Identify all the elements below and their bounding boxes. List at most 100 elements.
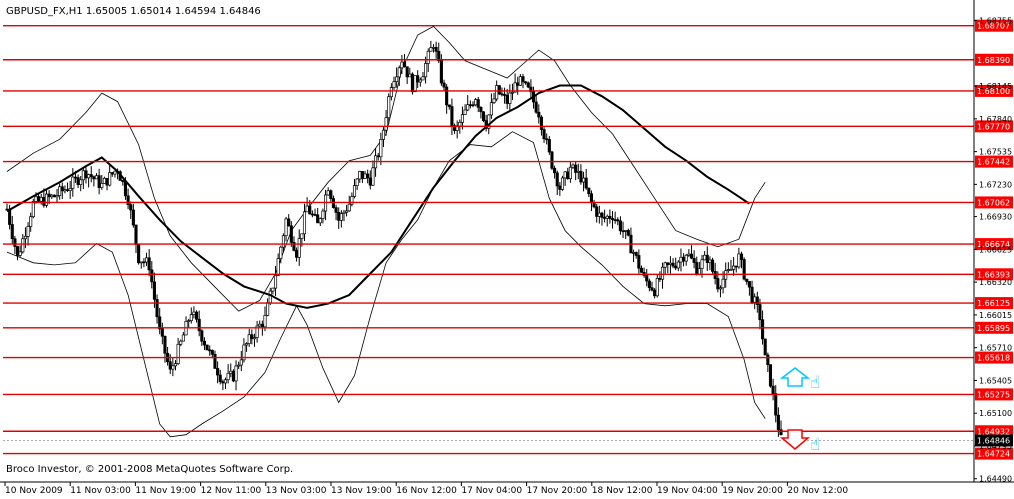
candle-body (426, 50, 430, 64)
candle-body (342, 211, 346, 214)
candle-body (721, 278, 725, 289)
candle-body (679, 256, 683, 263)
candle-body (266, 302, 270, 316)
candle-body (645, 275, 649, 282)
candle-body (37, 196, 41, 202)
candle-body (63, 189, 67, 192)
candle-body (537, 111, 541, 118)
candle-body (492, 98, 496, 103)
y-tick-label: 1.64795 (979, 442, 1012, 451)
candle-body (389, 87, 393, 98)
candle-body (597, 212, 601, 217)
candle-body (179, 340, 183, 345)
candle-body (76, 177, 80, 185)
candle-body (434, 46, 438, 52)
y-tick-label: 1.65710 (979, 344, 1012, 353)
candle-body (471, 104, 475, 107)
candle-body (92, 176, 96, 180)
candle-body (626, 230, 630, 236)
candle-body (750, 286, 754, 303)
candle-body (313, 214, 317, 216)
candle-body (221, 381, 225, 384)
candle-body (134, 224, 138, 245)
candle-body (566, 171, 570, 180)
candle-body (634, 252, 638, 256)
candle-body (339, 213, 343, 221)
candle-body (171, 365, 175, 370)
candle-body (500, 93, 504, 96)
candle-body (726, 269, 730, 271)
candle-body (402, 61, 407, 68)
candle-body (647, 280, 651, 289)
y-tick-label: 1.65405 (979, 376, 1012, 385)
x-tick-label: 19 Nov 04:00 (657, 486, 718, 495)
candle-body (52, 194, 56, 198)
candle-body (271, 287, 275, 292)
candle-body (260, 323, 264, 328)
copyright-text: Broco Investor, © 2001-2008 MetaQuotes S… (6, 464, 293, 475)
candle-body (671, 262, 675, 267)
price-level-label: 1.68390 (977, 56, 1010, 65)
candle-body (655, 278, 659, 297)
candle-body (674, 265, 678, 269)
price-chart[interactable]: 1.687071.683901.681001.677701.674421.670… (0, 0, 1014, 496)
candle-body (579, 170, 583, 183)
candle-body (66, 189, 70, 192)
candle-body (424, 63, 428, 78)
candle-body (39, 197, 43, 202)
candle-body (50, 194, 54, 198)
candle-body (310, 213, 314, 216)
candle-body (582, 177, 586, 183)
candle-body (460, 114, 464, 123)
candle-body (234, 365, 238, 382)
candle-body (34, 196, 38, 202)
candle-body (79, 179, 83, 185)
candle-body (150, 269, 154, 283)
candle-body (660, 266, 665, 280)
candle-body (229, 370, 233, 374)
candle-body (653, 289, 657, 297)
candle-body (416, 75, 420, 83)
candle-body (742, 259, 746, 280)
y-tick-label: 1.67535 (979, 148, 1012, 157)
candle-body (608, 215, 612, 219)
candle-body (237, 364, 241, 367)
candle-body (550, 151, 554, 169)
candle-body (555, 172, 559, 187)
candle-body (210, 350, 214, 355)
y-tick-label: 1.66625 (979, 245, 1012, 254)
candle-body (639, 267, 644, 273)
candle-body (747, 281, 751, 288)
candle-body (31, 201, 35, 218)
candle-body (603, 217, 607, 219)
candle-body (761, 319, 765, 340)
candle-body (613, 219, 617, 221)
candle-body (108, 172, 112, 186)
candle-body (97, 175, 101, 188)
candle-body (123, 181, 128, 197)
candle-body (682, 256, 686, 262)
x-tick-label: 11 Nov 19:00 (135, 486, 196, 495)
candle-body (247, 334, 251, 344)
candle-body (429, 47, 433, 52)
candle-body (576, 170, 580, 173)
candle-body (560, 177, 565, 190)
candle-body (729, 269, 733, 271)
candle-body (774, 393, 778, 416)
candle-body (489, 102, 493, 116)
candle-body (387, 96, 391, 119)
candle-body (445, 86, 449, 106)
x-tick-label: 16 Nov 12:00 (396, 486, 457, 495)
candle-body (624, 230, 628, 232)
candle-body (144, 257, 149, 263)
price-level-label: 1.65275 (977, 390, 1010, 399)
candle-body (200, 330, 204, 342)
candle-body (447, 104, 451, 107)
candle-body (287, 218, 291, 227)
candle-body (181, 334, 185, 342)
candle-body (131, 209, 135, 226)
candle-body (58, 186, 62, 196)
candle-body (297, 238, 301, 258)
candle-body (526, 82, 530, 88)
candle-body (366, 173, 370, 179)
